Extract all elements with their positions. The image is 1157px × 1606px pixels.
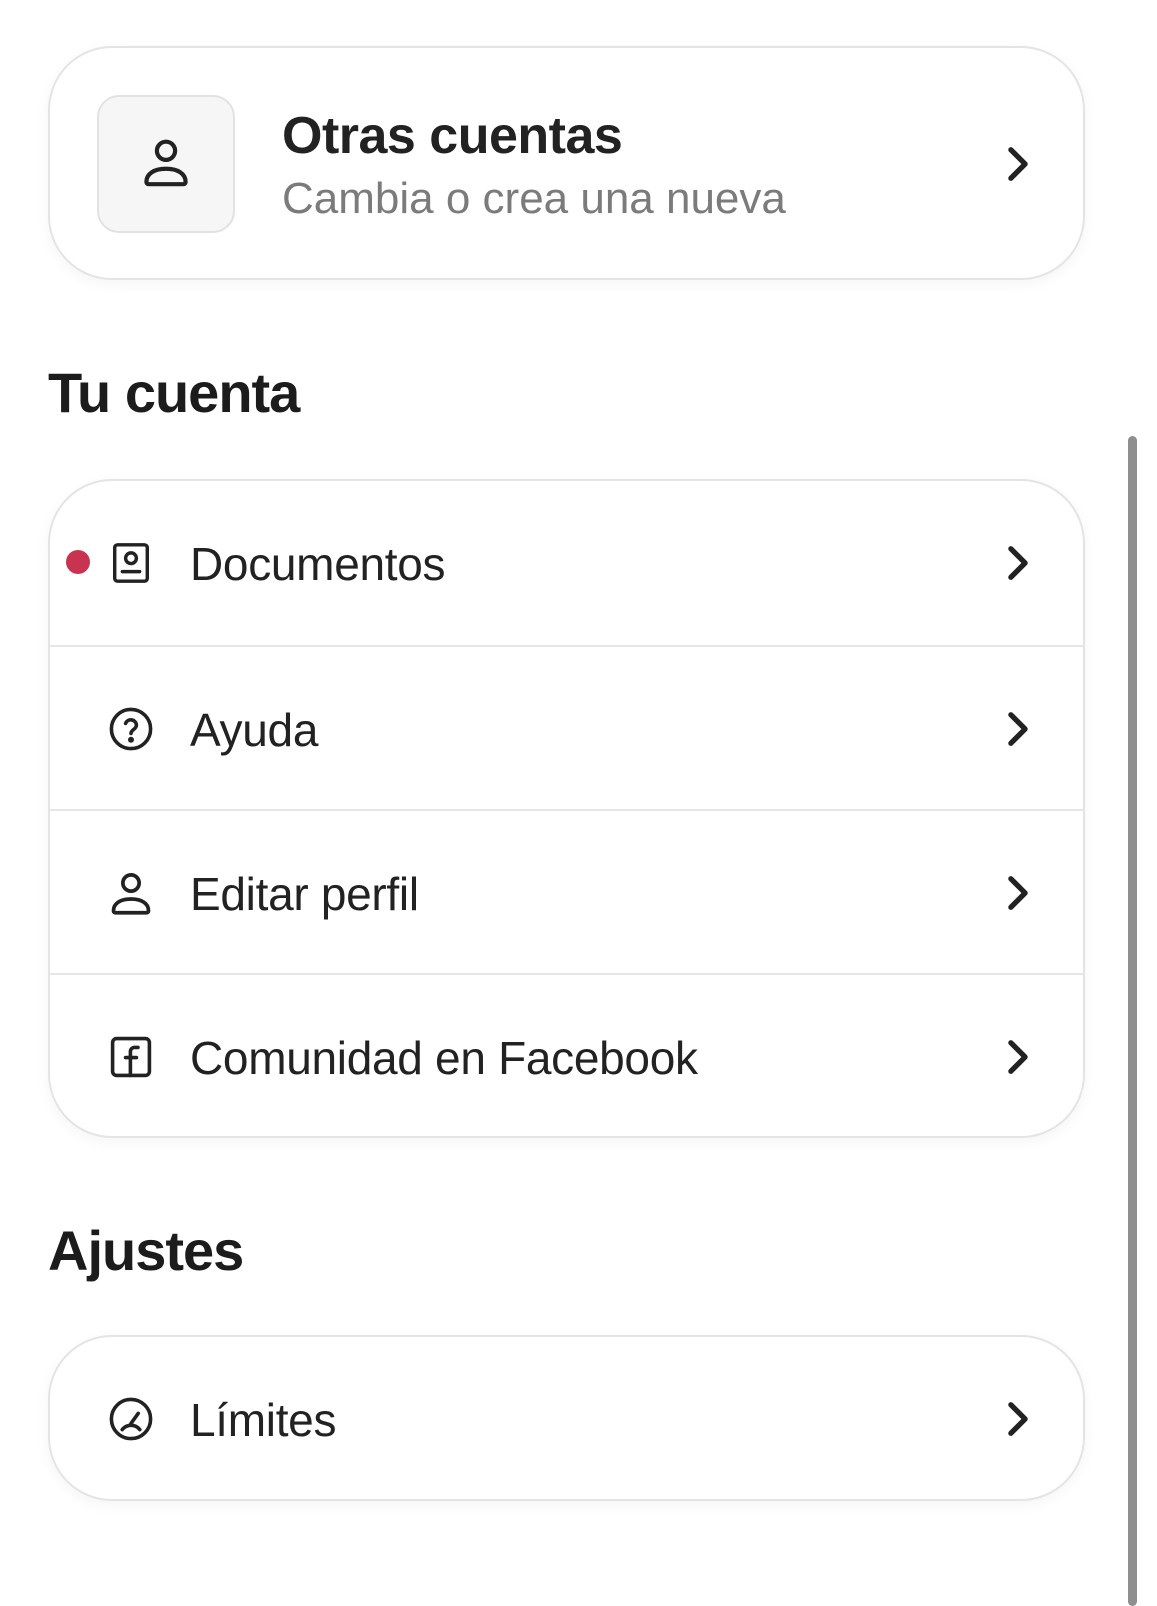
other-accounts-title: Otras cuentas [282, 107, 623, 165]
other-accounts-subtitle: Cambia o crea una nueva [282, 174, 786, 223]
account-menu-card: Documentos Ayuda Editar perfil Comunidad… [48, 479, 1085, 1138]
menu-item-edit-profile[interactable]: Editar perfil [50, 809, 1083, 975]
menu-item-help[interactable]: Ayuda [50, 645, 1083, 811]
other-accounts-card[interactable]: Otras cuentas Cambia o crea una nueva [48, 46, 1085, 280]
menu-item-label: Documentos [190, 538, 446, 590]
user-icon [106, 868, 156, 918]
chevron-right-icon [1003, 1399, 1033, 1439]
chevron-right-icon [1003, 873, 1033, 913]
section-title-account: Tu cuenta [48, 361, 300, 424]
menu-item-documents[interactable]: Documentos [50, 481, 1083, 645]
menu-item-label: Límites [190, 1394, 337, 1446]
id-document-icon [106, 538, 156, 588]
gauge-icon [106, 1394, 156, 1444]
chevron-right-icon [1003, 1037, 1033, 1077]
menu-item-label: Comunidad en Facebook [190, 1032, 698, 1084]
settings-menu-card: Límites [48, 1335, 1085, 1501]
avatar-placeholder [97, 95, 235, 233]
help-circle-icon [106, 704, 156, 754]
facebook-icon [106, 1032, 156, 1082]
menu-item-label: Editar perfil [190, 868, 419, 920]
menu-item-limits[interactable]: Límites [50, 1337, 1083, 1499]
chevron-right-icon [1003, 144, 1033, 184]
scrollbar[interactable] [1128, 436, 1137, 1606]
user-icon [138, 134, 194, 195]
chevron-right-icon [1003, 543, 1033, 583]
menu-item-label: Ayuda [190, 704, 319, 756]
menu-item-facebook-community[interactable]: Comunidad en Facebook [50, 973, 1083, 1136]
notification-badge [66, 550, 90, 574]
section-title-settings: Ajustes [48, 1219, 244, 1282]
chevron-right-icon [1003, 709, 1033, 749]
